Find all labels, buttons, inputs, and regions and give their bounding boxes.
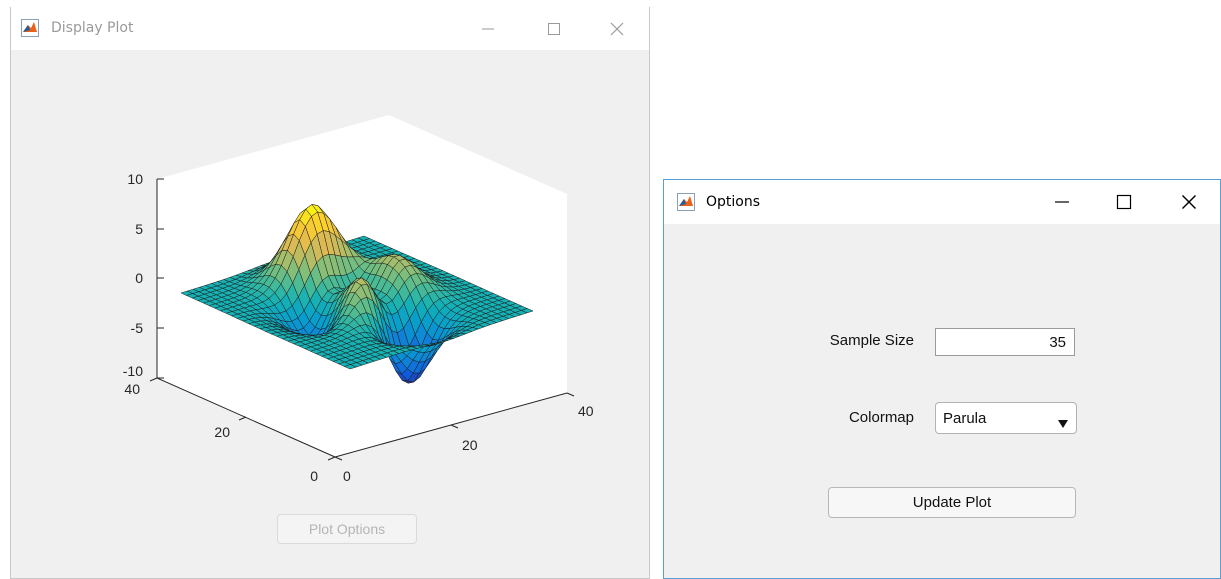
x-tick-label: 20 [462, 437, 478, 453]
matlab-icon [677, 193, 695, 215]
y-tick-label: 0 [310, 468, 318, 484]
colormap-select[interactable]: Parula [935, 402, 1077, 434]
dropdown-arrow-icon [1058, 415, 1068, 433]
z-tick-label: 0 [135, 270, 143, 286]
close-icon[interactable] [1172, 180, 1206, 224]
sample-size-input[interactable] [935, 328, 1075, 356]
sample-size-label: Sample Size [829, 332, 914, 349]
options-titlebar[interactable]: Options [664, 180, 1220, 224]
x-tick-label: 0 [343, 468, 351, 484]
z-tick-label: -5 [131, 320, 144, 336]
surface-plot-axes[interactable]: 10 5 0 -5 -10 40 20 0 0 20 40 [11, 7, 651, 487]
window-title: Options [706, 194, 761, 210]
z-tick-label: 5 [135, 221, 143, 237]
y-tick-label: 40 [124, 381, 140, 397]
options-window: Options Sample Size Colormap Parula Upda… [663, 179, 1221, 579]
display-plot-window: Display Plot 10 5 0 -5 -10 40 20 0 0 20 … [10, 7, 650, 579]
z-tick-label: 10 [127, 171, 143, 187]
colormap-selected-value: Parula [943, 410, 987, 427]
minimize-icon[interactable] [1045, 180, 1079, 224]
update-plot-button[interactable]: Update Plot [828, 487, 1076, 518]
plot-options-button[interactable]: Plot Options [277, 514, 417, 544]
x-tick-label: 40 [578, 403, 594, 419]
colormap-label: Colormap [848, 409, 914, 426]
maximize-icon[interactable] [1107, 180, 1141, 224]
y-tick-label: 20 [214, 424, 230, 440]
z-tick-label: -10 [123, 363, 143, 379]
